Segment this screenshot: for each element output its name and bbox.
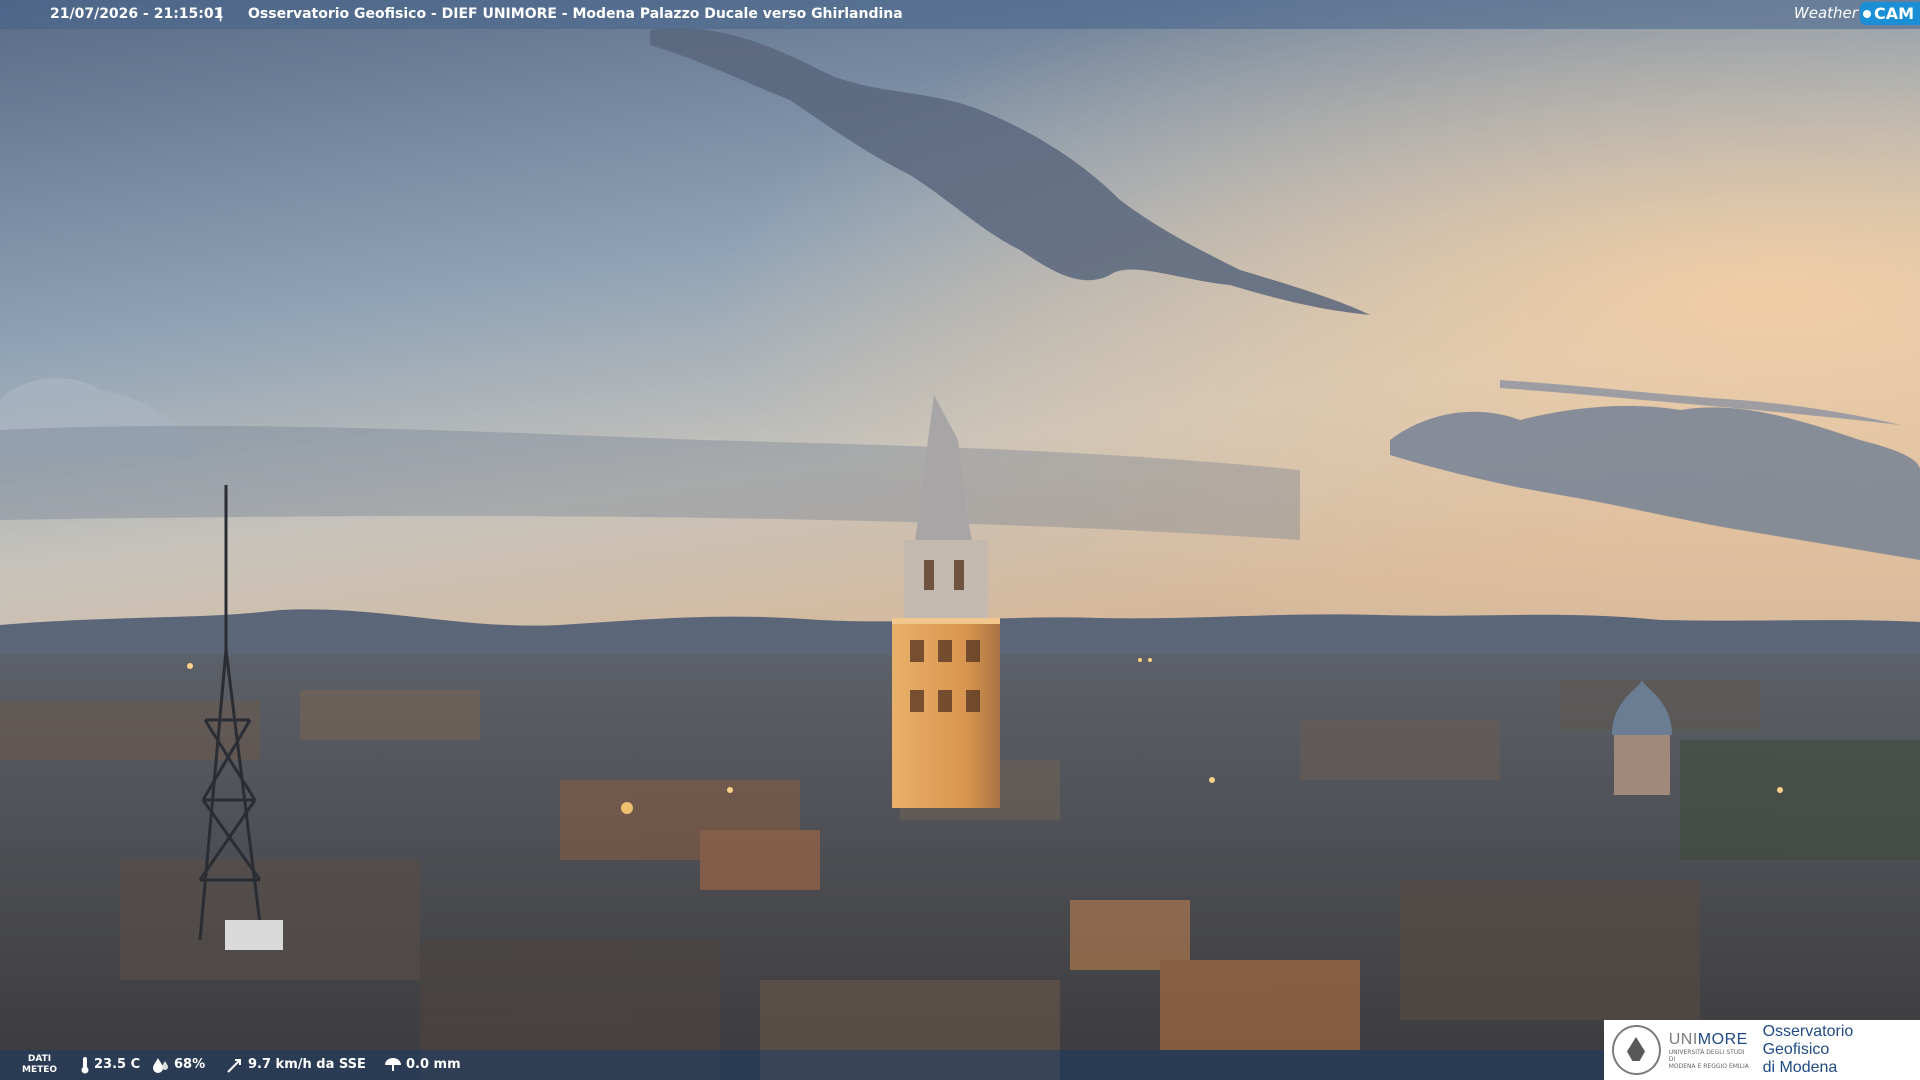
humidity-value: 68%	[174, 1057, 206, 1072]
rain-icon	[385, 1058, 401, 1071]
wind-icon	[227, 1059, 241, 1073]
lens-dot-icon	[1862, 9, 1871, 18]
observatory-line-2: di Modena	[1762, 1059, 1838, 1076]
observatory-line-1: Osservatorio Geofisico	[1762, 1023, 1854, 1058]
temperature-value: 23.5 C	[94, 1057, 141, 1072]
camera-title: Osservatorio Geofisico - DIEF UNIMORE - …	[248, 6, 903, 22]
weathercam-badge: CAM	[1859, 1, 1920, 25]
temperature-reading: 23.5 C	[80, 1050, 140, 1080]
wind-reading: 9.7 km/h da SSE	[226, 1050, 366, 1080]
dati-meteo-label: DATI METEO	[22, 1054, 57, 1076]
weathercam-badge-text: CAM	[1873, 3, 1914, 23]
webcam-image	[0, 0, 1920, 1080]
unimore-logo-panel[interactable]: UNIMORE UNIVERSITÀ DEGLI STUDI DI MODENA…	[1604, 1020, 1920, 1080]
weather-data-bar: DATI METEO 23.5 C 68% 9.7 km/h da SSE 0.…	[0, 1050, 1606, 1080]
separator: |	[218, 6, 224, 22]
unimore-suffix: MORE	[1697, 1030, 1748, 1048]
humidity-drop-icon	[153, 1058, 168, 1073]
rain-reading: 0.0 mm	[384, 1050, 461, 1080]
unimore-subtitle-2: MODENA E REGGIO EMILIA	[1668, 1062, 1749, 1070]
label-line-1: DATI	[27, 1054, 52, 1064]
label-line-2: METEO	[22, 1065, 58, 1075]
humidity-reading: 68%	[152, 1050, 205, 1080]
unimore-prefix: UNI	[1668, 1030, 1698, 1048]
info-bar-top: 21/07/2026 - 21:15:01 | Osservatorio Geo…	[0, 0, 1920, 29]
wind-value: 9.7 km/h da SSE	[248, 1057, 366, 1072]
thermometer-icon	[81, 1057, 89, 1074]
university-seal-icon	[1612, 1025, 1661, 1075]
weathercam-logo[interactable]: Weather CAM	[1794, 0, 1920, 26]
observatory-name: Osservatorio Geofisico di Modena	[1763, 1023, 1920, 1077]
antenna-equipment	[225, 920, 283, 950]
unimore-name: UNIMORE	[1669, 1031, 1751, 1049]
church-drum	[1614, 735, 1670, 795]
rain-value: 0.0 mm	[406, 1057, 461, 1072]
unimore-subtitle-1: UNIVERSITÀ DEGLI STUDI DI	[1668, 1048, 1745, 1063]
unimore-wordmark: UNIMORE UNIVERSITÀ DEGLI STUDI DI MODENA…	[1669, 1031, 1751, 1070]
timestamp: 21/07/2026 - 21:15:01	[50, 6, 224, 22]
weathercam-word: Weather	[1793, 4, 1858, 22]
